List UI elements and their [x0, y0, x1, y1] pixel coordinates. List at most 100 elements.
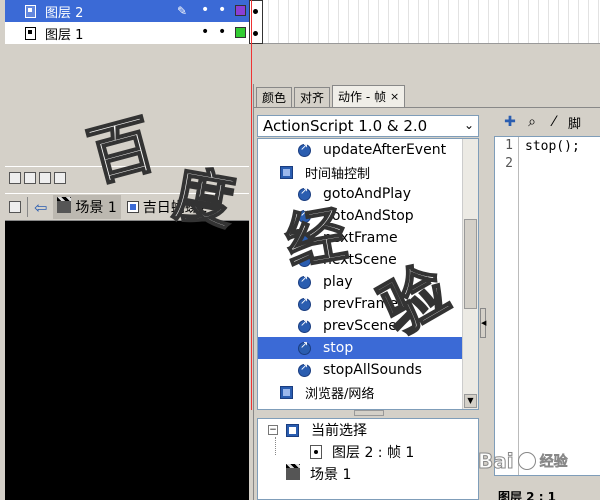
plus-icon[interactable]: ✚	[502, 114, 518, 130]
actions-toolbox: updateAfterEvent 时间轴控制 gotoAndPlay gotoAndS…	[257, 138, 479, 410]
timeline-toggle-icon[interactable]	[9, 201, 21, 213]
toolbox-action[interactable]: gotoAndStop	[258, 205, 478, 227]
toolbox-item-label: prevFrame	[323, 296, 398, 312]
symbol-label: 吉日蝴蝶2	[142, 200, 208, 216]
edit-bar: ⇦ 场景 1 吉日蝴蝶2	[5, 193, 249, 221]
tab-actions-frame[interactable]: 动作 - 帧 ×	[332, 85, 406, 107]
toolbox-item-label: stop	[323, 340, 354, 356]
action-icon	[298, 252, 311, 267]
nav-label: 当前选择	[311, 423, 367, 439]
outline-color-swatch[interactable]	[235, 5, 246, 16]
toolbox-splitter[interactable]	[354, 410, 384, 416]
code-line[interactable]: 1 stop();	[495, 137, 600, 155]
add-guide-icon[interactable]	[24, 171, 36, 184]
toolbox-item-label: prevScene	[323, 318, 397, 334]
lock-dot[interactable]: •	[218, 3, 226, 17]
tab-label: 颜色	[262, 91, 287, 105]
close-icon[interactable]: ×	[390, 90, 399, 103]
logo-text: Bai	[478, 449, 515, 474]
scroll-down-icon[interactable]: ▼	[464, 394, 477, 408]
actionscript-version-select[interactable]: ActionScript 1.0 & 2.0 ⌄	[257, 115, 479, 137]
outline-color-swatch[interactable]	[235, 27, 246, 38]
back-arrow-icon[interactable]: ⇦	[34, 198, 47, 217]
toolbox-item-label: stopAllSounds	[323, 362, 422, 378]
keyframe-dot	[253, 31, 258, 36]
action-icon	[298, 230, 311, 245]
book-icon	[280, 385, 293, 399]
book-icon	[280, 165, 293, 179]
playhead[interactable]	[251, 0, 252, 410]
layer-icon	[23, 26, 37, 40]
toolbox-item-label: nextFrame	[323, 230, 398, 246]
toolbox-action[interactable]: stop	[258, 337, 478, 359]
toolbox-category[interactable]: 时间轴控制	[258, 161, 478, 183]
tab-label: 动作 - 帧	[338, 90, 386, 104]
toolbox-action[interactable]: prevFrame	[258, 293, 478, 315]
scene-icon	[286, 464, 300, 480]
breadcrumb-symbol[interactable]: 吉日蝴蝶2	[126, 197, 208, 217]
wand-icon[interactable]: ⁄	[546, 114, 562, 130]
lock-dot[interactable]: •	[218, 25, 226, 39]
line-number: 1	[505, 138, 513, 153]
layer-controls	[5, 166, 249, 188]
add-layer-icon[interactable]	[9, 171, 21, 184]
script-toolbar: ✚ ⌕ ⁄ 脚	[494, 108, 600, 136]
timeline-frames[interactable]	[249, 0, 600, 44]
script-editor[interactable]: 1 stop(); 2	[494, 136, 600, 476]
scroll-thumb[interactable]	[464, 219, 477, 309]
panel-tabs: 颜色 对齐 动作 - 帧 ×	[254, 84, 600, 108]
line-number-gutter	[495, 137, 519, 475]
nav-current-selection[interactable]: − 当前选择	[258, 419, 478, 455]
nav-frame-item[interactable]: 图层 2 : 帧 1	[258, 441, 478, 463]
toolbox-item-label: 时间轴控制	[305, 166, 371, 182]
scene-label: 场景 1	[75, 200, 117, 216]
toolbox-action[interactable]: nextFrame	[258, 227, 478, 249]
magnifier-icon[interactable]: ⌕	[524, 114, 540, 130]
toolbox-action[interactable]: play	[258, 271, 478, 293]
add-folder-icon[interactable]	[39, 171, 51, 184]
status-bar: 图层 2 : 1	[498, 490, 557, 500]
layer-row-2[interactable]: 图层 2 ✎ • •	[5, 0, 249, 22]
chevron-down-icon: ⌄	[463, 118, 474, 132]
script-assist-label[interactable]: 脚	[568, 113, 581, 132]
toolbox-action[interactable]: prevScene	[258, 315, 478, 337]
collapse-icon[interactable]: −	[268, 425, 278, 435]
toolbox-action[interactable]: updateAfterEvent	[258, 139, 478, 161]
toolbox-action[interactable]: stopAllSounds	[258, 359, 478, 381]
layer-name: 图层 1	[45, 27, 84, 43]
watermark-logo: Bai 经验	[478, 446, 593, 476]
layer-row-1[interactable]: 图层 1 • •	[5, 22, 249, 44]
nav-label: 场景 1	[310, 467, 352, 483]
toolbox-item-label: gotoAndStop	[323, 208, 414, 224]
toolbox-item-label: updateAfterEvent	[323, 142, 447, 158]
toolbox-action[interactable]: nextScene	[258, 249, 478, 271]
visibility-dot[interactable]: •	[201, 3, 209, 17]
action-icon	[298, 142, 311, 157]
toolbox-item-label: 浏览器/网络	[305, 386, 375, 402]
tab-label: 对齐	[300, 91, 325, 105]
tab-color[interactable]: 颜色	[256, 87, 293, 107]
stage[interactable]	[5, 221, 249, 500]
toolbox-category[interactable]: 浏览器/网络	[258, 381, 478, 403]
visibility-dot[interactable]: •	[201, 25, 209, 39]
breadcrumb-scene[interactable]: 场景 1	[53, 195, 121, 219]
selection-icon	[286, 423, 299, 437]
action-icon	[298, 318, 311, 333]
action-icon	[298, 362, 311, 377]
selected-version: ActionScript 1.0 & 2.0	[263, 117, 428, 135]
action-icon	[298, 208, 311, 223]
collapse-toolbox-handle[interactable]: ◀	[480, 308, 486, 338]
toolbox-item-label: play	[323, 274, 353, 290]
frame-icon	[310, 445, 322, 459]
trash-icon[interactable]	[54, 171, 66, 184]
code-line[interactable]: 2	[495, 155, 600, 173]
separator	[27, 197, 28, 217]
script-navigator: − 当前选择 图层 2 : 帧 1 场景 1	[257, 418, 479, 500]
toolbox-action[interactable]: gotoAndPlay	[258, 183, 478, 205]
action-icon	[298, 296, 311, 311]
toolbox-scrollbar[interactable]: ▼	[462, 139, 478, 409]
code-text: stop();	[525, 138, 580, 154]
keyframe-dot	[253, 9, 258, 14]
nav-scene-item[interactable]: 场景 1	[258, 463, 478, 485]
tab-align[interactable]: 对齐	[294, 87, 331, 107]
